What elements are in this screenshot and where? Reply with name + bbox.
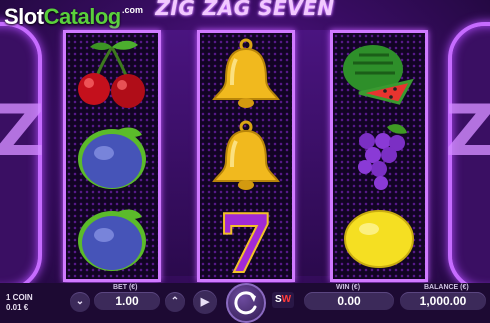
- watermark-brand-part2: Catalog: [43, 4, 122, 29]
- balance-value: 1,000.00: [400, 292, 486, 310]
- win-value: 0.00: [304, 292, 394, 310]
- reel-2: 7: [197, 30, 295, 282]
- bet-value: 1.00: [94, 292, 160, 310]
- slotcatalog-watermark: SlotCatalog .com: [4, 4, 143, 30]
- coin-value: 0.01 €: [6, 303, 29, 312]
- reel-divider: [292, 30, 332, 276]
- plum-symbol: [66, 197, 158, 279]
- turbo-label-left: S: [274, 294, 282, 305]
- turbo-badge[interactable]: SW: [272, 292, 294, 308]
- autoplay-button[interactable]: ▶: [193, 290, 217, 314]
- seven-glyph: 7: [219, 199, 273, 279]
- reel-3: [330, 30, 428, 282]
- chevron-up-icon: ⌃: [170, 296, 180, 307]
- watermelon-symbol: [333, 33, 425, 115]
- reel-1: [63, 30, 161, 282]
- autoplay-icon: ▶: [200, 296, 210, 308]
- seven-symbol: 7: [200, 197, 292, 279]
- game-title: ZIG ZAG SEVEN: [155, 0, 335, 20]
- reel-divider: [158, 30, 198, 276]
- bet-increase-button[interactable]: ⌃: [165, 292, 185, 312]
- grapes-symbol: [333, 115, 425, 197]
- left-zigzag-glyph: Z: [0, 90, 45, 172]
- spin-button[interactable]: [226, 283, 266, 323]
- bet-decrease-button[interactable]: ⌄: [70, 292, 90, 312]
- coin-count: 1 COIN: [6, 293, 33, 302]
- balance-label: BALANCE (€): [424, 284, 469, 291]
- watermark-brand-part1: Slot: [4, 4, 44, 29]
- chevron-down-icon: ⌄: [75, 296, 85, 307]
- watermark-suffix: .com: [122, 5, 144, 15]
- spin-refresh-icon: [234, 291, 257, 315]
- cherries-symbol: [66, 33, 158, 115]
- game-stage: Z Z SlotCatalog .com ZIG ZAG SEVEN 7 1 C…: [0, 0, 490, 323]
- bet-label: BET (€): [113, 284, 138, 291]
- turbo-label-right: W: [281, 294, 292, 305]
- bell-symbol: [200, 115, 292, 197]
- lemon-symbol: [333, 197, 425, 279]
- win-label: WIN (€): [336, 284, 361, 291]
- right-zigzag-glyph: Z: [445, 90, 490, 172]
- bell-symbol: [200, 33, 292, 115]
- plum-symbol: [66, 115, 158, 197]
